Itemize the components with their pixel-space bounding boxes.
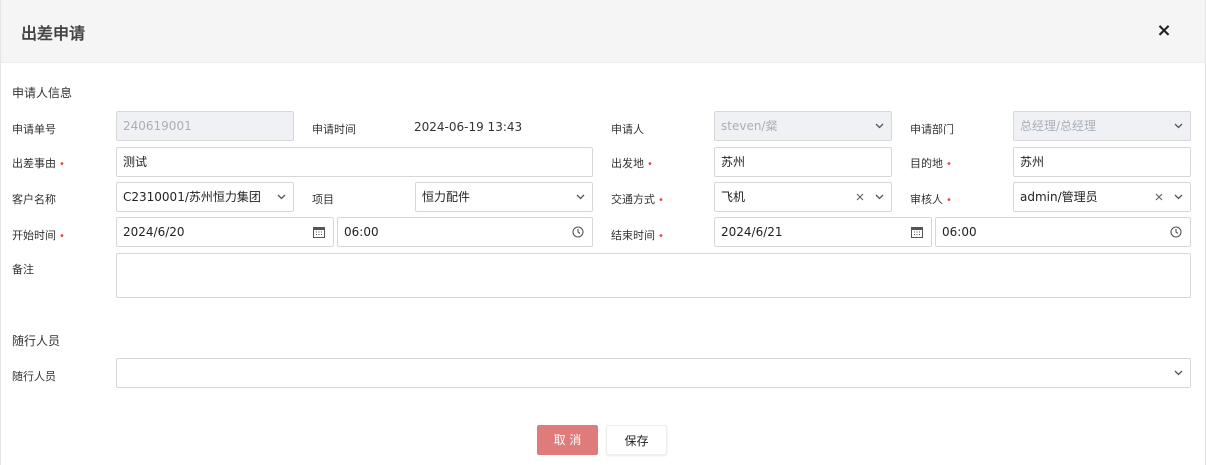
origin-value: 苏州 — [721, 155, 746, 169]
required-mark: • — [946, 195, 952, 206]
remark-label: 备注 — [12, 263, 34, 276]
calendar-icon[interactable] — [911, 226, 923, 238]
section-applicant-info: 申请人信息 — [12, 86, 73, 100]
customer-label: 客户名称 — [12, 193, 56, 206]
project-select[interactable]: 恒力配件 — [415, 182, 593, 212]
travel-request-dialog: 出差申请 × 申请人信息 申请单号 240619001 申请时间 2024-06… — [0, 0, 1206, 465]
request-time-label: 申请时间 — [312, 123, 356, 136]
approver-label-text: 审核人 — [910, 193, 943, 206]
transport-value: 飞机 — [721, 190, 746, 204]
transport-select[interactable]: 飞机 — [714, 182, 892, 212]
approver-value: admin/管理员 — [1020, 190, 1098, 204]
start-time-input[interactable]: 06:00 — [337, 217, 593, 247]
destination-input[interactable]: 苏州 — [1013, 147, 1191, 177]
clock-icon[interactable] — [572, 226, 584, 238]
department-value: 总经理/总经理 — [1020, 119, 1097, 133]
request-time-value: 2024-06-19 13:43 — [414, 120, 523, 134]
applicant-select: steven/粲 — [714, 111, 892, 141]
reason-value: 测试 — [123, 155, 148, 169]
chevron-down-icon[interactable] — [277, 193, 286, 201]
required-mark: • — [658, 195, 664, 206]
required-mark: • — [946, 159, 952, 170]
transport-label: 交通方式 • — [611, 191, 664, 207]
clear-x-icon[interactable] — [1154, 192, 1164, 202]
close-icon[interactable]: × — [1153, 20, 1175, 42]
calendar-icon[interactable] — [313, 226, 325, 238]
end-date-input[interactable]: 2024/6/21 — [714, 217, 932, 247]
required-mark: • — [658, 231, 664, 242]
start-time-label: 开始时间 • — [12, 227, 65, 243]
reason-label-text: 出差事由 — [12, 157, 56, 170]
destination-value: 苏州 — [1020, 155, 1045, 169]
origin-label: 出发地 • — [611, 155, 653, 171]
applicant-value: steven/粲 — [721, 119, 778, 133]
remark-textarea[interactable] — [116, 253, 1191, 298]
required-mark: • — [59, 231, 65, 242]
chevron-down-icon[interactable] — [576, 193, 585, 201]
end-time-label: 结束时间 • — [611, 227, 664, 243]
reason-label: 出差事由 • — [12, 155, 65, 171]
end-time-input[interactable]: 06:00 — [935, 217, 1191, 247]
chevron-down-icon — [1174, 122, 1183, 130]
destination-label: 目的地 • — [910, 155, 952, 171]
start-date-value: 2024/6/20 — [123, 225, 185, 239]
reason-input[interactable]: 测试 — [116, 147, 593, 177]
end-time-value: 06:00 — [942, 225, 977, 239]
section-companions: 随行人员 — [12, 334, 61, 348]
customer-select[interactable]: C2310001/苏州恒力集团 — [116, 182, 294, 212]
approver-select[interactable]: admin/管理员 — [1013, 182, 1191, 212]
end-date-value: 2024/6/21 — [721, 225, 783, 239]
origin-label-text: 出发地 — [611, 157, 644, 170]
start-time-value: 06:00 — [344, 225, 379, 239]
start-time-label-text: 开始时间 — [12, 229, 56, 242]
companions-label: 随行人员 — [12, 370, 56, 383]
companions-select[interactable] — [116, 358, 1191, 388]
cancel-button[interactable]: 取 消 — [537, 425, 598, 455]
department-label: 申请部门 — [910, 123, 954, 136]
chevron-down-icon[interactable] — [875, 193, 884, 201]
applicant-label: 申请人 — [611, 123, 644, 136]
department-select: 总经理/总经理 — [1013, 111, 1191, 141]
project-value: 恒力配件 — [422, 190, 471, 204]
request-no-value: 240619001 — [123, 119, 192, 133]
origin-input[interactable]: 苏州 — [714, 147, 892, 177]
dialog-header: 出差申请 × — [1, 0, 1205, 63]
save-button[interactable]: 保存 — [606, 425, 667, 455]
request-no-field: 240619001 — [116, 111, 294, 141]
required-mark: • — [647, 159, 653, 170]
chevron-down-icon — [875, 122, 884, 130]
clock-icon[interactable] — [1170, 226, 1182, 238]
dialog-title: 出差申请 — [21, 24, 86, 43]
clear-x-icon[interactable] — [855, 192, 865, 202]
request-no-label: 申请单号 — [12, 123, 56, 136]
project-label: 项目 — [312, 193, 334, 206]
destination-label-text: 目的地 — [910, 157, 943, 170]
required-mark: • — [59, 159, 65, 170]
approver-label: 审核人 • — [910, 191, 952, 207]
end-time-label-text: 结束时间 — [611, 229, 655, 242]
chevron-down-icon[interactable] — [1174, 369, 1183, 377]
start-date-input[interactable]: 2024/6/20 — [116, 217, 334, 247]
chevron-down-icon[interactable] — [1174, 193, 1183, 201]
customer-value: C2310001/苏州恒力集团 — [123, 190, 261, 204]
transport-label-text: 交通方式 — [611, 193, 655, 206]
